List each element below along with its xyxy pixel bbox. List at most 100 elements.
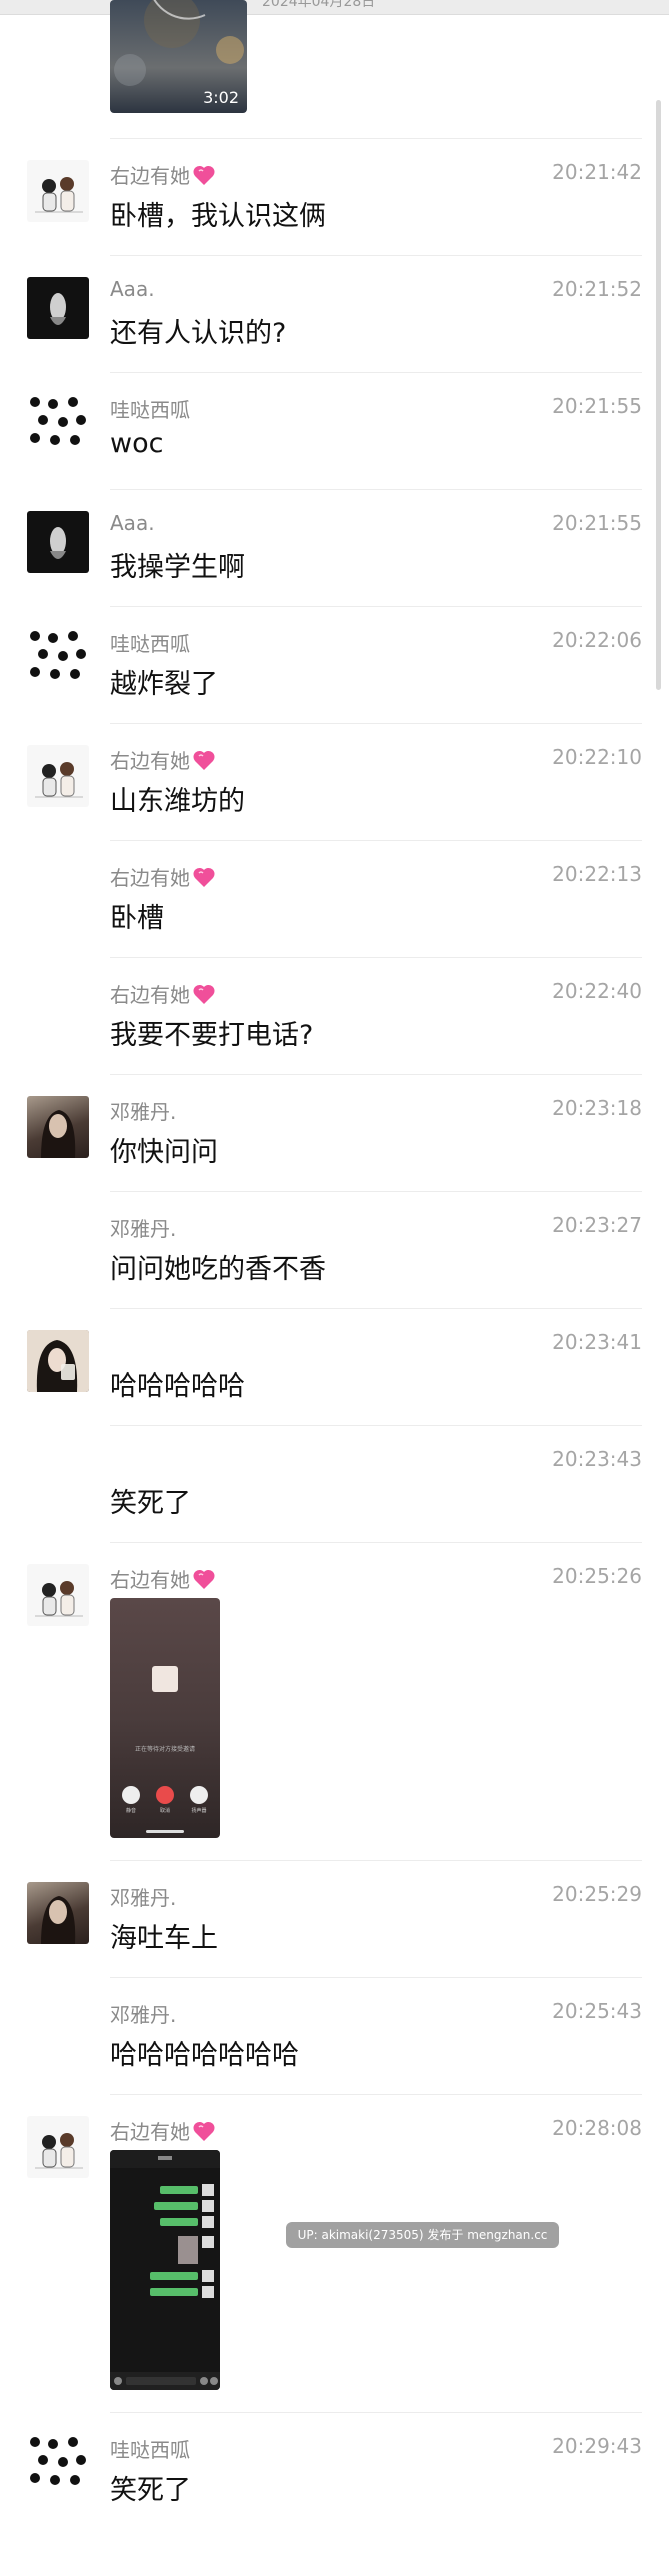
girl-avatar-image — [41, 1896, 76, 1944]
message-time: 20:25:43 — [552, 1999, 642, 2023]
divider — [110, 2412, 642, 2413]
watermark-badge: UP: akimaki(273505) 发布于 mengzhan.cc — [286, 2222, 559, 2248]
divider — [110, 1542, 642, 1543]
message-text: 山东潍坊的 — [110, 786, 245, 817]
message-text: 海吐车上 — [110, 1923, 218, 1954]
message-time: 20:23:41 — [552, 1330, 642, 1354]
message-text: 问问她吃的香不香 — [110, 1254, 326, 1285]
heart-icon — [193, 165, 215, 185]
divider — [110, 957, 642, 958]
message-time: 20:25:26 — [552, 1564, 642, 1588]
message-text: 越炸裂了 — [110, 669, 218, 700]
divider — [110, 723, 642, 724]
divider — [110, 255, 642, 256]
date-header: 2024年04月28日 — [0, 0, 669, 15]
divider — [110, 138, 642, 139]
video-duration: 3:02 — [203, 88, 239, 107]
sender-name: Aaa. — [110, 511, 155, 535]
heart-icon — [193, 2121, 215, 2141]
heart-icon — [193, 750, 215, 770]
message-time: 20:22:10 — [552, 745, 642, 769]
sender-name: 右边有她 — [110, 862, 216, 891]
message-time: 20:23:27 — [552, 1213, 642, 1237]
avatar-dark[interactable] — [27, 277, 89, 339]
message-text: 哈哈哈哈哈哈哈 — [110, 2040, 299, 2071]
avatar-girl[interactable] — [27, 1882, 89, 1944]
couple-avatar-image — [35, 762, 83, 798]
sender-name: 右边有她 — [110, 160, 216, 189]
message-time: 20:29:43 — [552, 2434, 642, 2458]
divider — [110, 2094, 642, 2095]
avatar-couple[interactable] — [27, 745, 89, 807]
message-time: 20:21:42 — [552, 160, 642, 184]
ha-pattern-image — [30, 631, 86, 679]
message-text: 哈哈哈哈哈 — [110, 1371, 245, 1402]
scrollbar[interactable] — [656, 100, 661, 690]
message-time: 20:21:55 — [552, 394, 642, 418]
sender-name: 右边有她 — [110, 2116, 216, 2145]
sender-name: 右边有她 — [110, 979, 216, 1008]
couple-avatar-image — [35, 1581, 83, 1617]
avatar-dark[interactable] — [27, 511, 89, 573]
divider — [110, 1308, 642, 1309]
call-status-text: 正在等待对方接受邀请 — [134, 1746, 195, 1753]
sender-name: 哇哒西呱 — [110, 2438, 190, 2462]
message-time: 20:22:13 — [552, 862, 642, 886]
chat-history-page: 2024年04月28日 3:02 右边有她 20:21:42 卧槽，我认识这俩 — [0, 0, 669, 2565]
divider — [110, 1191, 642, 1192]
divider — [110, 840, 642, 841]
sender-name: Aaa. — [110, 277, 155, 301]
avatar-ha-pattern[interactable] — [27, 2434, 89, 2496]
message-time: 20:25:29 — [552, 1882, 642, 1906]
hangup-icon — [156, 1786, 174, 1804]
dark-avatar-image — [50, 527, 66, 559]
message-text: 卧槽，我认识这俩 — [110, 201, 326, 232]
ha-pattern-image — [30, 2437, 86, 2485]
message-time: 20:22:40 — [552, 979, 642, 1003]
sender-name: 邓雅丹. — [110, 2003, 177, 2027]
avatar-couple[interactable] — [27, 2116, 89, 2178]
couple-avatar-image — [35, 177, 83, 213]
home-indicator — [146, 1830, 184, 1833]
chat-screenshot-content — [110, 2150, 220, 2390]
sender-name: 哇哒西呱 — [110, 632, 190, 656]
date-label: 2024年04月28日 — [262, 0, 376, 10]
message-text: 卧槽 — [110, 903, 164, 934]
divider — [110, 1860, 642, 1861]
avatar-couple[interactable] — [27, 160, 89, 222]
call-label: 扬声器 — [191, 1808, 207, 1814]
heart-icon — [193, 1569, 215, 1589]
call-label: 静音 — [125, 1808, 136, 1814]
avatar-girl[interactable] — [27, 1096, 89, 1158]
couple-avatar-image — [35, 2133, 83, 2169]
girl-avatar-image — [27, 1330, 89, 1392]
chat-screenshot-image[interactable] — [110, 2150, 220, 2390]
divider — [110, 1977, 642, 1978]
message-text: woc — [110, 428, 164, 459]
divider — [110, 1074, 642, 1075]
message-text: 你快问问 — [110, 1137, 218, 1168]
avatar-girl-alt[interactable] — [27, 1330, 89, 1392]
message-text: 笑死了 — [110, 1488, 191, 1519]
divider — [110, 1425, 642, 1426]
message-text: 我要不要打电话? — [110, 1020, 314, 1051]
sender-name: 哇哒西呱 — [110, 398, 190, 422]
message-text: 还有人认识的? — [110, 318, 287, 349]
video-thumbnail[interactable]: 3:02 — [110, 0, 247, 113]
sender-name: 邓雅丹. — [110, 1217, 177, 1241]
sender-name: 右边有她 — [110, 1564, 216, 1593]
call-screenshot-image[interactable]: 正在等待对方接受邀请 静音 取消 扬声器 — [110, 1598, 220, 1838]
message-time: 20:23:18 — [552, 1096, 642, 1120]
divider — [110, 372, 642, 373]
avatar-ha-pattern[interactable] — [27, 394, 89, 456]
heart-icon — [193, 867, 215, 887]
message-text: 我操学生啊 — [110, 552, 245, 583]
message-time: 20:21:52 — [552, 277, 642, 301]
avatar-ha-pattern[interactable] — [27, 628, 89, 690]
heart-icon — [193, 984, 215, 1004]
call-label: 取消 — [159, 1808, 170, 1814]
message-time: 20:22:06 — [552, 628, 642, 652]
sender-name: 邓雅丹. — [110, 1100, 177, 1124]
avatar-couple[interactable] — [27, 1564, 89, 1626]
mute-icon — [122, 1786, 140, 1804]
